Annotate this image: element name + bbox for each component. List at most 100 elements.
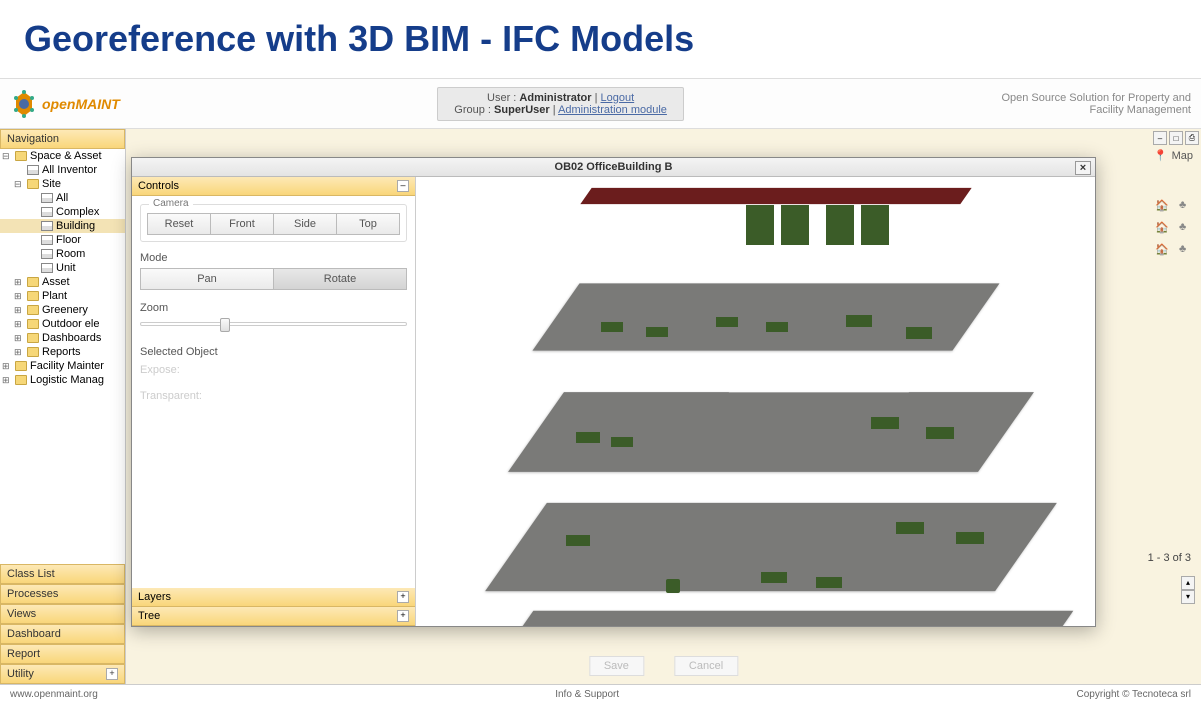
hierarchy-icon[interactable]: ♣	[1179, 221, 1193, 235]
admin-module-link[interactable]: Administration module	[558, 104, 667, 116]
tree-toggle-icon[interactable]: ⊞	[2, 361, 12, 372]
zoom-slider[interactable]	[140, 318, 407, 330]
accordion-class-list[interactable]: Class List	[0, 564, 125, 584]
accordion-dashboard[interactable]: Dashboard	[0, 624, 125, 644]
tree-toggle-icon[interactable]: ⊞	[14, 277, 24, 288]
cancel-button[interactable]: Cancel	[674, 656, 738, 676]
tree-toggle-icon[interactable]: ⊞	[14, 291, 24, 302]
nav-header[interactable]: Navigation	[0, 129, 125, 149]
tree-node-unit[interactable]: Unit	[0, 261, 125, 275]
grid-icon	[41, 235, 53, 245]
footer-center-link[interactable]: Info & Support	[555, 689, 619, 700]
tree-node-asset[interactable]: ⊞Asset	[0, 275, 125, 289]
footer-right: Copyright © Tecnoteca srl	[1077, 689, 1191, 700]
home-icon[interactable]: 🏠	[1155, 221, 1169, 235]
nav-tree: ⊟Space & AssetAll Inventor⊟SiteAllComple…	[0, 149, 125, 564]
controls-panel: Controls – Camera ResetFrontSideTop Mode…	[132, 177, 416, 626]
3d-viewer[interactable]	[416, 177, 1095, 626]
reset-button[interactable]: Reset	[147, 213, 211, 235]
logout-link[interactable]: Logout	[601, 92, 635, 104]
group-label: Group :	[454, 104, 491, 116]
accordion-report[interactable]: Report	[0, 644, 125, 664]
pin-icon: 📍	[1154, 149, 1168, 162]
grid-icon	[41, 193, 53, 203]
furniture	[611, 437, 633, 447]
user-name: Administrator	[519, 92, 591, 104]
selected-object-label: Selected Object	[140, 346, 407, 358]
tree-label: Unit	[56, 262, 76, 274]
expand-icon[interactable]: +	[397, 610, 409, 622]
tree-node-complex[interactable]: Complex	[0, 205, 125, 219]
top-button[interactable]: Top	[337, 213, 400, 235]
tree-label: Greenery	[42, 304, 88, 316]
modal-titlebar[interactable]: OB02 OfficeBuilding B ×	[132, 158, 1095, 177]
tree-node-space-&-asset[interactable]: ⊟Space & Asset	[0, 149, 125, 163]
minimize-icon[interactable]: –	[1153, 131, 1167, 145]
tree-label: Outdoor ele	[42, 318, 99, 330]
tree-label: Logistic Manag	[30, 374, 104, 386]
restore-icon[interactable]: □	[1169, 131, 1183, 145]
floor-slab	[532, 283, 999, 350]
modal-title: OB02 OfficeBuilding B	[555, 161, 673, 173]
transparent-label: Transparent:	[140, 390, 407, 402]
furniture	[846, 315, 872, 327]
arrow-down-icon[interactable]: ▾	[1181, 590, 1195, 604]
save-button[interactable]: Save	[589, 656, 644, 676]
hierarchy-icon[interactable]: ♣	[1179, 199, 1193, 213]
hierarchy-icon[interactable]: ♣	[1179, 243, 1193, 257]
close-icon[interactable]: ×	[1075, 161, 1091, 175]
home-icon[interactable]: 🏠	[1155, 199, 1169, 213]
tree-header[interactable]: Tree +	[132, 607, 415, 626]
tree-node-outdoor-ele[interactable]: ⊞ Outdoor ele	[0, 317, 125, 331]
folder-icon	[27, 277, 39, 287]
rotate-button[interactable]: Rotate	[274, 268, 407, 290]
tree-node-site[interactable]: ⊟Site	[0, 177, 125, 191]
footer-left-link[interactable]: www.openmaint.org	[10, 689, 98, 700]
controls-header[interactable]: Controls –	[132, 177, 415, 196]
tree-node-facility-mainter[interactable]: ⊞ Facility Mainter	[0, 359, 125, 373]
front-button[interactable]: Front	[211, 213, 274, 235]
tree-toggle-icon[interactable]: ⊞	[14, 319, 24, 330]
tree-toggle-icon[interactable]: ⊟	[14, 179, 24, 190]
tree-node-room[interactable]: Room	[0, 247, 125, 261]
tree-node-reports[interactable]: ⊞Reports	[0, 345, 125, 359]
tree-node-all-inventor[interactable]: All Inventor	[0, 163, 125, 177]
tree-toggle-icon[interactable]: ⊞	[14, 305, 24, 316]
arrow-up-icon[interactable]: ▴	[1181, 576, 1195, 590]
tree-node-floor[interactable]: Floor	[0, 233, 125, 247]
folder-icon	[27, 319, 39, 329]
tree-label: Facility Mainter	[30, 360, 104, 372]
print-icon[interactable]: ⎙	[1185, 131, 1199, 145]
tree-toggle-icon[interactable]: ⊞	[14, 347, 24, 358]
home-icon[interactable]: 🏠	[1155, 243, 1169, 257]
accordion-utility[interactable]: Utility+	[0, 664, 125, 684]
form-buttons: Save Cancel	[589, 656, 738, 676]
pan-button[interactable]: Pan	[140, 268, 274, 290]
camera-fieldset: Camera ResetFrontSideTop	[140, 204, 407, 242]
folder-icon	[15, 151, 27, 161]
interior-wall	[729, 372, 924, 393]
tree-node-building[interactable]: Building	[0, 219, 125, 233]
tree-node-all[interactable]: All	[0, 191, 125, 205]
tree-node-logistic-manag[interactable]: ⊞ Logistic Manag	[0, 373, 125, 387]
side-button[interactable]: Side	[274, 213, 337, 235]
tree-toggle-icon[interactable]: ⊞	[14, 333, 24, 344]
tree-node-greenery[interactable]: ⊞ Greenery	[0, 303, 125, 317]
logo-text: openMAINT	[42, 96, 120, 112]
slider-thumb[interactable]	[220, 318, 230, 332]
layers-header[interactable]: Layers +	[132, 588, 415, 607]
collapse-icon[interactable]: –	[397, 180, 409, 192]
furniture	[761, 572, 787, 583]
furniture	[871, 417, 899, 429]
tree-node-plant[interactable]: ⊞Plant	[0, 289, 125, 303]
map-button[interactable]: 📍 Map	[1154, 149, 1193, 162]
accordion-views[interactable]: Views	[0, 604, 125, 624]
expand-icon[interactable]: +	[106, 668, 118, 680]
expand-icon[interactable]: +	[397, 591, 409, 603]
accordion-processes[interactable]: Processes	[0, 584, 125, 604]
tree-toggle-icon[interactable]: ⊞	[2, 375, 12, 386]
tree-toggle-icon[interactable]: ⊟	[2, 151, 12, 162]
folder-icon	[15, 361, 27, 371]
app-header: openMAINT User : Administrator | Logout …	[0, 79, 1201, 129]
tree-node-dashboards[interactable]: ⊞Dashboards	[0, 331, 125, 345]
